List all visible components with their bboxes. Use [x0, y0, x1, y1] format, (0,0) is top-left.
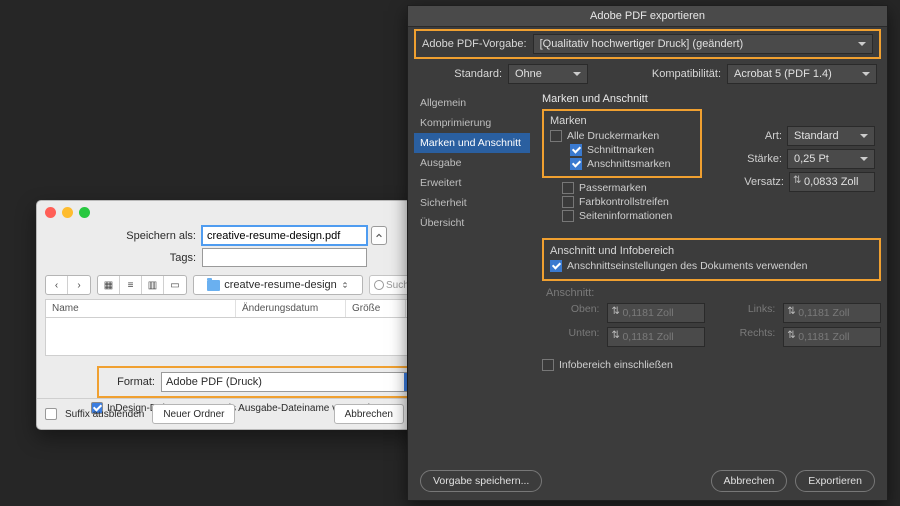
- save-as-input[interactable]: [202, 226, 367, 245]
- marks-highlight: Marken Alle Druckermarken Schnittmarken …: [542, 109, 702, 178]
- folder-select[interactable]: creatve-resume-design: [193, 275, 363, 295]
- preset-label: Adobe PDF-Vorgabe:: [422, 38, 527, 50]
- bleed-marks-checkbox[interactable]: [570, 158, 582, 170]
- gallery-view-icon[interactable]: ▭: [164, 276, 186, 294]
- format-row-highlight: Format: Adobe PDF (Druck): [97, 366, 427, 398]
- mark-weight-select[interactable]: 0,25 Pt: [787, 149, 875, 169]
- sidebar-item-advanced[interactable]: Erweitert: [414, 173, 530, 193]
- export-sidebar: Allgemein Komprimierung Marken und Ansch…: [414, 93, 530, 373]
- mark-offset-input[interactable]: 0,0833 Zoll: [789, 172, 875, 192]
- section-title: Marken und Anschnitt: [542, 93, 881, 105]
- bleed-subtitle: Anschnitt:: [546, 287, 881, 299]
- nav-back-forward[interactable]: ‹ ›: [45, 275, 91, 295]
- registration-marks-checkbox[interactable]: [562, 182, 574, 194]
- sidebar-item-summary[interactable]: Übersicht: [414, 213, 530, 233]
- use-doc-bleed-checkbox[interactable]: [550, 260, 562, 272]
- all-marks-checkbox[interactable]: [550, 130, 562, 142]
- bleed-bottom-input: 0,1181 Zoll: [607, 327, 705, 347]
- folder-name: creatve-resume-design: [224, 279, 337, 291]
- folder-icon: [207, 280, 220, 291]
- minimize-icon[interactable]: [62, 207, 73, 218]
- preset-select[interactable]: [Qualitativ hochwertiger Druck] (geänder…: [533, 34, 873, 54]
- include-slug-checkbox[interactable]: [542, 359, 554, 371]
- bleed-left-input: 0,1181 Zoll: [783, 303, 881, 323]
- sidebar-item-output[interactable]: Ausgabe: [414, 153, 530, 173]
- list-view-icon[interactable]: ≡: [120, 276, 142, 294]
- sidebar-item-security[interactable]: Sicherheit: [414, 193, 530, 213]
- dialog-title: Adobe PDF exportieren: [408, 6, 887, 27]
- hide-suffix-label: Suffix ausblenden: [65, 409, 144, 420]
- save-as-label: Speichern als:: [37, 230, 202, 242]
- bleed-section-title: Anschnitt und Infobereich: [550, 245, 873, 257]
- traffic-lights: [45, 207, 90, 218]
- bleed-top-input: 0,1181 Zoll: [607, 303, 705, 323]
- sidebar-item-compression[interactable]: Komprimierung: [414, 113, 530, 133]
- expand-toggle-button[interactable]: [371, 226, 387, 245]
- format-select[interactable]: Adobe PDF (Druck): [161, 372, 421, 392]
- bleed-right-input: 0,1181 Zoll: [783, 327, 881, 347]
- tags-input[interactable]: [202, 248, 367, 267]
- color-bars-checkbox[interactable]: [562, 196, 574, 208]
- col-name[interactable]: Name: [46, 300, 236, 317]
- crop-marks-checkbox[interactable]: [570, 144, 582, 156]
- close-icon[interactable]: [45, 207, 56, 218]
- compat-select[interactable]: Acrobat 5 (PDF 1.4): [727, 64, 877, 84]
- icon-view-icon[interactable]: ▦: [98, 276, 120, 294]
- compat-label: Kompatibilität:: [652, 68, 721, 80]
- col-size[interactable]: Größe: [346, 300, 406, 317]
- format-label: Format:: [103, 376, 155, 388]
- view-mode-segment[interactable]: ▦ ≡ ▥ ▭: [97, 275, 187, 295]
- tags-label: Tags:: [37, 252, 202, 264]
- export-cancel-button[interactable]: Abbrechen: [711, 470, 788, 492]
- hide-suffix-checkbox[interactable]: [45, 408, 57, 420]
- sidebar-item-marks-bleed[interactable]: Marken und Anschnitt: [414, 133, 530, 153]
- sidebar-item-general[interactable]: Allgemein: [414, 93, 530, 113]
- mark-type-select[interactable]: Standard: [787, 126, 875, 146]
- save-preset-button[interactable]: Vorgabe speichern...: [420, 470, 542, 492]
- new-folder-button[interactable]: Neuer Ordner: [152, 404, 235, 424]
- cancel-button[interactable]: Abbrechen: [334, 404, 404, 424]
- chevron-left-icon[interactable]: ‹: [46, 276, 68, 294]
- column-view-icon[interactable]: ▥: [142, 276, 164, 294]
- pdf-export-dialog: Adobe PDF exportieren Adobe PDF-Vorgabe:…: [407, 5, 888, 501]
- standard-label: Standard:: [418, 68, 502, 80]
- col-date[interactable]: Änderungsdatum: [236, 300, 346, 317]
- standard-select[interactable]: Ohne: [508, 64, 588, 84]
- bleed-highlight: Anschnitt und Infobereich Anschnittseins…: [542, 238, 881, 281]
- marks-group-title: Marken: [550, 115, 694, 127]
- zoom-icon[interactable]: [79, 207, 90, 218]
- chevron-updown-icon: [341, 281, 349, 289]
- page-info-checkbox[interactable]: [562, 210, 574, 222]
- preset-row-highlight: Adobe PDF-Vorgabe: [Qualitativ hochwerti…: [414, 29, 881, 59]
- chevron-right-icon[interactable]: ›: [68, 276, 90, 294]
- export-button[interactable]: Exportieren: [795, 470, 875, 492]
